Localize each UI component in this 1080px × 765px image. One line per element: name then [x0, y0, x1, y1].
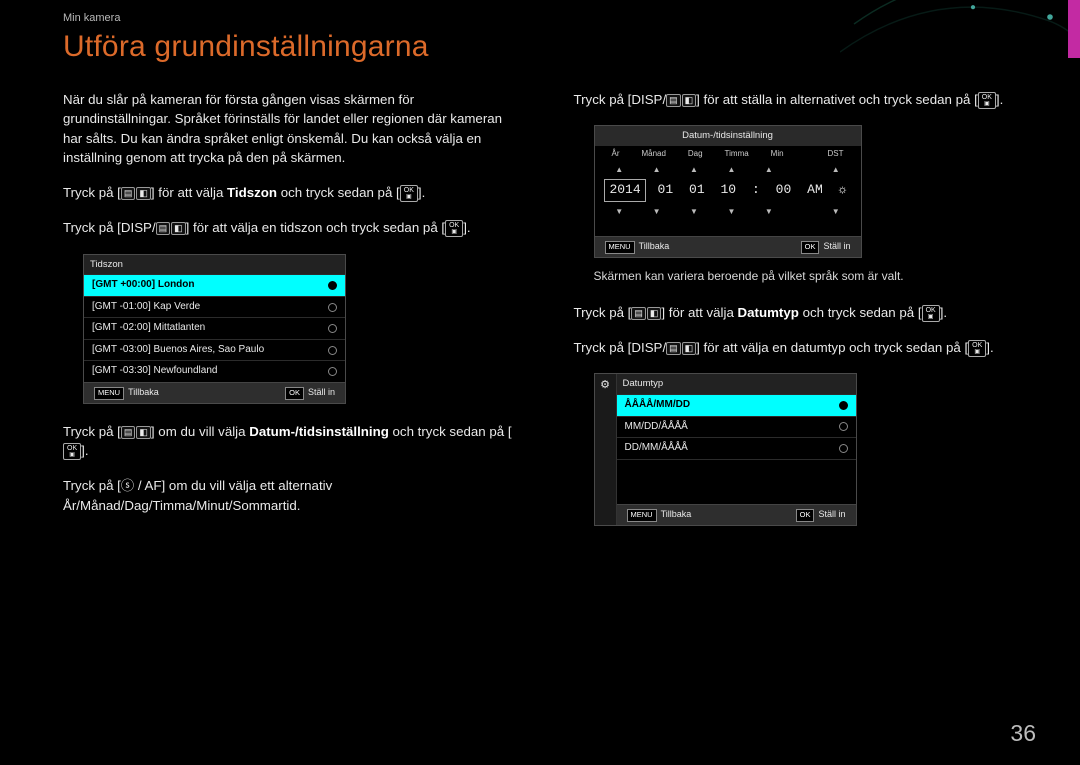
- ok-icon: OK▣: [922, 305, 940, 322]
- panel-title: Tidszon: [84, 255, 345, 275]
- datetime-value[interactable]: :: [748, 180, 764, 201]
- nav-icon: ◧: [171, 222, 186, 235]
- step-2: Tryck på [DISP/▤◧] för att välja en tids…: [63, 218, 514, 237]
- ok-icon: OK▣: [63, 443, 81, 460]
- datetime-value[interactable]: 01: [685, 180, 709, 201]
- nav-icon: ▤: [666, 94, 681, 107]
- right-column: Tryck på [DISP/▤◧] för att ställa in alt…: [574, 90, 1025, 544]
- ok-icon: OK▣: [978, 92, 996, 109]
- timer-af-icon: ⓢ / AF: [121, 478, 162, 493]
- breadcrumb: Min kamera: [63, 12, 1080, 24]
- timezone-option[interactable]: [GMT -01:00] Kap Verde: [84, 296, 345, 318]
- gear-icon: ⚙: [600, 378, 610, 394]
- timezone-option[interactable]: [GMT -02:00] Mittatlanten: [84, 317, 345, 339]
- intro-text: När du slår på kameran för första gången…: [63, 90, 514, 167]
- timezone-panel: Tidszon [GMT +00:00] London[GMT -01:00] …: [83, 254, 346, 404]
- nav-icon: ▤: [156, 222, 171, 235]
- nav-icon: ▤: [121, 187, 136, 200]
- step-5: Tryck på [DISP/▤◧] för att ställa in alt…: [574, 90, 1025, 109]
- section-color-tab: [1068, 0, 1080, 58]
- left-column: När du slår på kameran för första gången…: [63, 90, 514, 544]
- datetime-value[interactable]: 2014: [604, 179, 645, 202]
- step-1: Tryck på [▤◧] för att välja Tidszon och …: [63, 183, 514, 202]
- step-6: Tryck på [▤◧] för att välja Datumtyp och…: [574, 303, 1025, 322]
- datetype-option[interactable]: ÅÅÅÅ/MM/DD: [617, 394, 856, 416]
- nav-icon: ▤: [121, 426, 136, 439]
- timezone-option[interactable]: [GMT -03:00] Buenos Aires, Sao Paulo: [84, 339, 345, 361]
- page-number: 36: [1010, 720, 1036, 747]
- datetime-panel: Datum-/tidsinställning ÅrMånadDagTimmaMi…: [594, 125, 862, 257]
- nav-icon: ◧: [682, 342, 697, 355]
- nav-icon: ▤: [666, 342, 681, 355]
- nav-icon: ◧: [136, 426, 151, 439]
- step-3: Tryck på [▤◧] om du vill välja Datum-/ti…: [63, 422, 514, 461]
- disp-icon: DISP: [631, 92, 662, 107]
- ok-icon: OK▣: [445, 220, 463, 237]
- ok-icon: OK▣: [400, 185, 418, 202]
- nav-icon: ◧: [647, 307, 662, 320]
- datetime-value[interactable]: 10: [717, 180, 741, 201]
- panel-title: Datum-/tidsinställning: [595, 126, 861, 146]
- timezone-option[interactable]: [GMT +00:00] London: [84, 274, 345, 296]
- panel-title: Datumtyp: [617, 374, 856, 394]
- datetype-option[interactable]: DD/MM/ÅÅÅÅ: [617, 437, 856, 459]
- datetype-option[interactable]: MM/DD/ÅÅÅÅ: [617, 416, 856, 438]
- datetime-value[interactable]: AM: [803, 180, 827, 201]
- disp-icon: DISP: [121, 220, 152, 235]
- datetype-panel: ⚙ Datumtyp ÅÅÅÅ/MM/DDMM/DD/ÅÅÅÅDD/MM/ÅÅÅ…: [594, 373, 857, 525]
- page-title: Utföra grundinställningarna: [63, 30, 1080, 64]
- step-4: Tryck på [ⓢ / AF] om du vill välja ett a…: [63, 476, 514, 515]
- datetime-value[interactable]: 01: [654, 180, 678, 201]
- disp-icon: DISP: [631, 340, 662, 355]
- nav-icon: ▤: [631, 307, 646, 320]
- timezone-option[interactable]: [GMT -03:30] Newfoundland: [84, 360, 345, 382]
- ok-icon: OK▣: [968, 340, 986, 357]
- note-text: Skärmen kan variera beroende på vilket s…: [594, 268, 1025, 285]
- step-7: Tryck på [DISP/▤◧] för att välja en datu…: [574, 338, 1025, 357]
- datetime-value[interactable]: ☼: [835, 180, 851, 201]
- nav-icon: ◧: [682, 94, 697, 107]
- nav-icon: ◧: [136, 187, 151, 200]
- datetime-value[interactable]: 00: [772, 180, 796, 201]
